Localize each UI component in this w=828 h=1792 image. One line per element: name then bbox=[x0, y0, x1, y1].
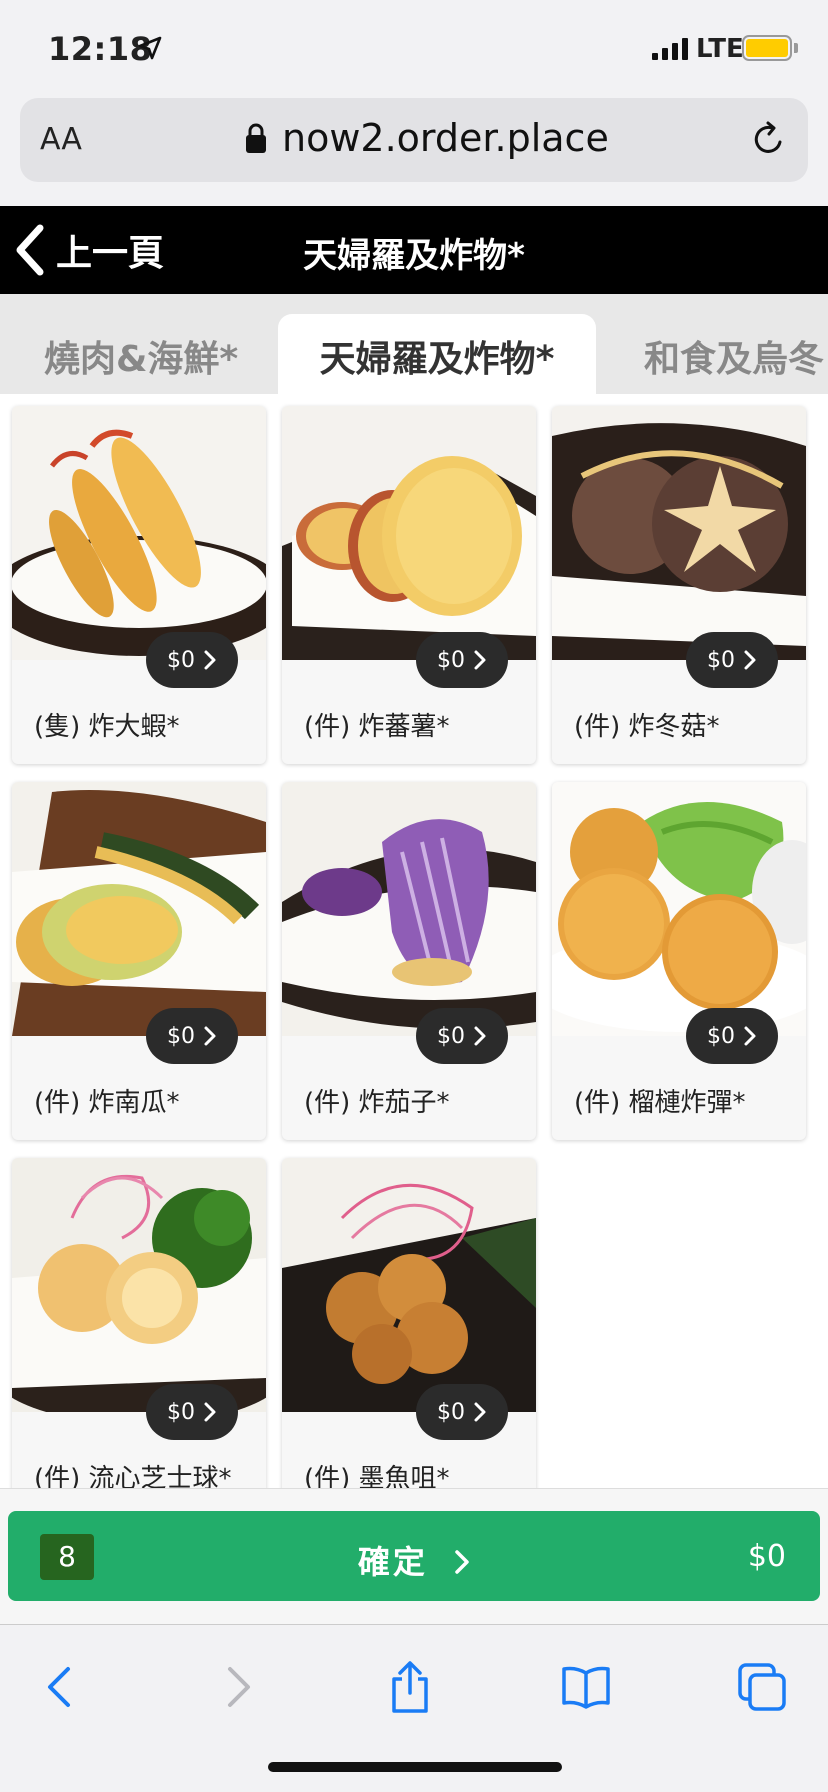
item-name: (件) 炸南瓜* bbox=[34, 1088, 180, 1118]
tab-bbq-seafood[interactable]: 燒肉&海鮮* bbox=[44, 314, 238, 394]
item-name: (件) 流心芝士球* bbox=[34, 1464, 232, 1488]
network-label: LTE bbox=[696, 34, 744, 64]
item-price: $0 bbox=[437, 1023, 465, 1049]
menu-item-card[interactable]: $0 (隻) 炸大蝦* bbox=[12, 406, 266, 764]
chevron-right-icon bbox=[474, 1402, 486, 1422]
status-bar: 12:18 LTE bbox=[0, 0, 828, 92]
menu-item-card[interactable]: $0 (件) 榴槤炸彈* bbox=[552, 782, 806, 1140]
item-photo bbox=[12, 406, 266, 660]
chevron-right-icon bbox=[744, 1026, 756, 1046]
back-arrow-icon[interactable] bbox=[34, 1659, 90, 1715]
item-photo bbox=[12, 782, 266, 1036]
menu-item-card[interactable]: $0 (件) 炸南瓜* bbox=[12, 782, 266, 1140]
status-time: 12:18 bbox=[48, 30, 153, 68]
item-name: (件) 炸茄子* bbox=[304, 1088, 450, 1118]
menu-item-card[interactable]: $0 (件) 墨魚咀* bbox=[282, 1158, 536, 1488]
confirm-label: 確定 bbox=[8, 1537, 820, 1583]
price-button[interactable]: $0 bbox=[686, 632, 778, 688]
item-price: $0 bbox=[167, 1399, 195, 1425]
address-bar[interactable]: AA now2.order.place bbox=[20, 98, 808, 182]
price-button[interactable]: $0 bbox=[686, 1008, 778, 1064]
menu-item-card[interactable]: $0 (件) 炸茄子* bbox=[282, 782, 536, 1140]
item-photo bbox=[12, 1158, 266, 1412]
confirm-text: 確定 bbox=[357, 1543, 428, 1581]
item-photo bbox=[552, 782, 806, 1036]
chevron-right-icon bbox=[455, 1550, 469, 1574]
item-price: $0 bbox=[707, 647, 735, 673]
price-button[interactable]: $0 bbox=[416, 1384, 508, 1440]
url-field[interactable]: now2.order.place bbox=[282, 116, 609, 160]
chevron-right-icon bbox=[204, 1026, 216, 1046]
item-price: $0 bbox=[437, 647, 465, 673]
chevron-right-icon bbox=[204, 1402, 216, 1422]
price-button[interactable]: $0 bbox=[146, 632, 238, 688]
home-indicator bbox=[268, 1762, 562, 1772]
menu-grid: $0 (隻) 炸大蝦* $0 (件) 炸蕃薯* $0 (件) 炸冬菇* $0 (… bbox=[0, 394, 828, 1488]
tab-washoku-udon[interactable]: 和食及烏冬 bbox=[644, 314, 824, 394]
price-button[interactable]: $0 bbox=[146, 1008, 238, 1064]
chevron-right-icon bbox=[474, 1026, 486, 1046]
price-button[interactable]: $0 bbox=[416, 1008, 508, 1064]
item-price: $0 bbox=[167, 647, 195, 673]
item-name: (件) 墨魚咀* bbox=[304, 1464, 450, 1488]
forward-arrow-icon[interactable] bbox=[208, 1659, 264, 1715]
chevron-right-icon bbox=[744, 650, 756, 670]
location-arrow-icon bbox=[138, 36, 162, 60]
reload-icon[interactable] bbox=[750, 120, 788, 158]
battery-icon bbox=[742, 35, 792, 61]
order-total: $0 bbox=[747, 1539, 786, 1574]
price-button[interactable]: $0 bbox=[146, 1384, 238, 1440]
item-photo bbox=[282, 1158, 536, 1412]
menu-item-card[interactable]: $0 (件) 流心芝士球* bbox=[12, 1158, 266, 1488]
nav-header: 上一頁 天婦羅及炸物* bbox=[0, 206, 828, 294]
item-photo bbox=[282, 782, 536, 1036]
lock-icon bbox=[246, 123, 266, 153]
item-price: $0 bbox=[167, 1023, 195, 1049]
chevron-right-icon bbox=[204, 650, 216, 670]
chevron-right-icon bbox=[474, 650, 486, 670]
price-button[interactable]: $0 bbox=[416, 632, 508, 688]
signal-icon bbox=[652, 38, 688, 60]
tab-tempura-fried[interactable]: 天婦羅及炸物* bbox=[278, 314, 596, 394]
item-price: $0 bbox=[707, 1023, 735, 1049]
item-price: $0 bbox=[437, 1399, 465, 1425]
share-icon[interactable] bbox=[382, 1659, 438, 1715]
item-photo bbox=[282, 406, 536, 660]
menu-item-card[interactable]: $0 (件) 炸蕃薯* bbox=[282, 406, 536, 764]
battery-tip bbox=[794, 43, 798, 53]
category-tabs: 燒肉&海鮮* 天婦羅及炸物* 和食及烏冬 bbox=[0, 294, 828, 394]
text-size-button[interactable]: AA bbox=[40, 122, 82, 157]
item-name: (件) 榴槤炸彈* bbox=[574, 1088, 746, 1118]
confirm-bar: 8 確定 $0 bbox=[0, 1488, 828, 1624]
item-name: (件) 炸冬菇* bbox=[574, 712, 720, 742]
confirm-button[interactable]: 8 確定 $0 bbox=[8, 1511, 820, 1601]
item-photo bbox=[552, 406, 806, 660]
menu-item-card[interactable]: $0 (件) 炸冬菇* bbox=[552, 406, 806, 764]
item-name: (件) 炸蕃薯* bbox=[304, 712, 450, 742]
tabs-icon[interactable] bbox=[734, 1659, 790, 1715]
app-screen: 12:18 LTE AA now2.order.place 上一頁 天婦羅及炸物… bbox=[0, 0, 828, 1792]
bookmarks-icon[interactable] bbox=[558, 1659, 614, 1715]
item-name: (隻) 炸大蝦* bbox=[34, 712, 180, 742]
page-title: 天婦羅及炸物* bbox=[303, 236, 525, 276]
